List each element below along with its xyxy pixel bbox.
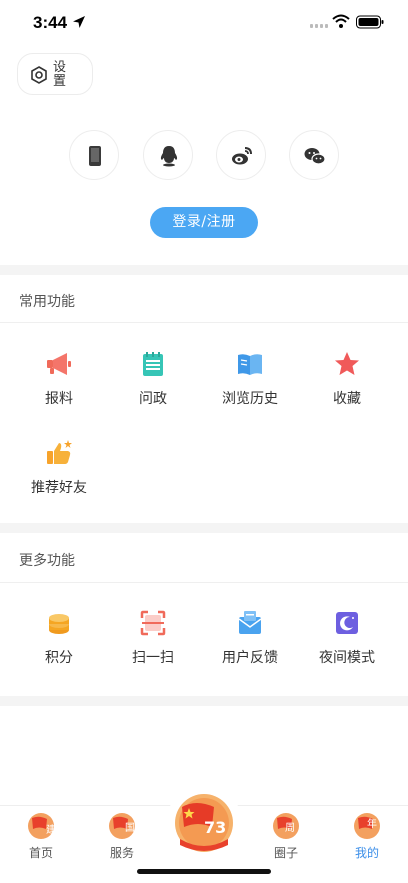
tab-circles-label: 圈子 [273,846,298,860]
book-icon [238,354,262,375]
user-feedback-label: 用户反馈 [222,650,278,666]
thumbs-up-icon [47,440,72,464]
night-mode-button[interactable]: 夜间模式 [296,609,398,679]
tab-home[interactable]: 建 首页 [11,806,71,883]
favorites-label: 收藏 [333,391,361,407]
browse-history-label: 浏览历史 [222,391,278,407]
inquiry-label: 问政 [139,391,167,407]
recommend-friends-button[interactable]: 推荐好友 [8,439,110,509]
settings-button[interactable]: 设置 [17,53,93,95]
section-gap [0,265,408,275]
center-anniversary-button[interactable]: 73 [166,785,242,861]
home-indicator [137,869,271,874]
moon-icon [336,612,358,634]
tab-mine-label: 我的 [354,846,379,860]
tab-circles-badge: 周 [285,822,295,834]
points-button[interactable]: 积分 [8,609,110,679]
status-bar: 3:44 [0,0,408,46]
coins-icon [49,614,69,634]
divider [0,582,408,583]
wechat-icon [304,148,326,165]
flag-badge-icon: 国 [109,813,135,839]
gear-icon [31,66,47,84]
phone-icon [89,146,101,166]
tab-mine[interactable]: 年 我的 [337,806,397,883]
favorites-button[interactable]: 收藏 [296,350,398,420]
weibo-icon [232,147,252,165]
settings-label: 设置 [53,60,67,89]
wechat-login-button[interactable] [289,130,339,180]
tab-home-badge: 建 [46,823,55,836]
weibo-login-button[interactable] [216,130,266,180]
tab-home-label: 首页 [28,846,53,860]
report-label: 报料 [45,391,73,407]
tab-services-label: 服务 [109,846,134,860]
cellular-signal-icon [310,24,328,28]
center-badge-number: 73 [204,818,226,837]
phone-login-button[interactable] [69,130,119,180]
browse-history-button[interactable]: 浏览历史 [199,350,301,420]
qq-icon [160,146,178,167]
divider [0,322,408,323]
wifi-icon [332,14,350,28]
status-time: 3:44 [33,13,68,32]
common-functions-title: 常用功能 [19,294,75,310]
more-functions-title: 更多功能 [19,553,75,569]
battery-icon [356,15,384,29]
night-mode-label: 夜间模式 [319,650,375,666]
inquiry-button[interactable]: 问政 [102,350,204,420]
flag-badge-icon: 周 [273,813,299,839]
star-icon [335,352,359,375]
section-gap [0,696,408,706]
flag-badge-icon: 年 [354,813,380,839]
user-feedback-button[interactable]: 用户反馈 [199,609,301,679]
section-gap [0,523,408,533]
qq-login-button[interactable] [143,130,193,180]
scan-icon [140,610,166,636]
anniversary-flag-icon: 73 [175,794,233,852]
notepad-icon [143,352,163,376]
tab-services-badge: 国 [125,822,135,834]
location-arrow-icon [73,16,85,28]
points-label: 积分 [45,650,73,666]
scan-button[interactable]: 扫一扫 [102,609,204,679]
report-button[interactable]: 报料 [8,350,110,420]
feedback-icon [238,611,262,634]
flag-badge-icon: 建 [28,813,55,839]
tab-mine-badge: 年 [367,817,377,830]
login-register-button[interactable]: 登录/注册 [150,207,258,238]
recommend-friends-label: 推荐好友 [31,480,87,496]
scan-label: 扫一扫 [132,650,174,666]
megaphone-icon [47,353,71,375]
